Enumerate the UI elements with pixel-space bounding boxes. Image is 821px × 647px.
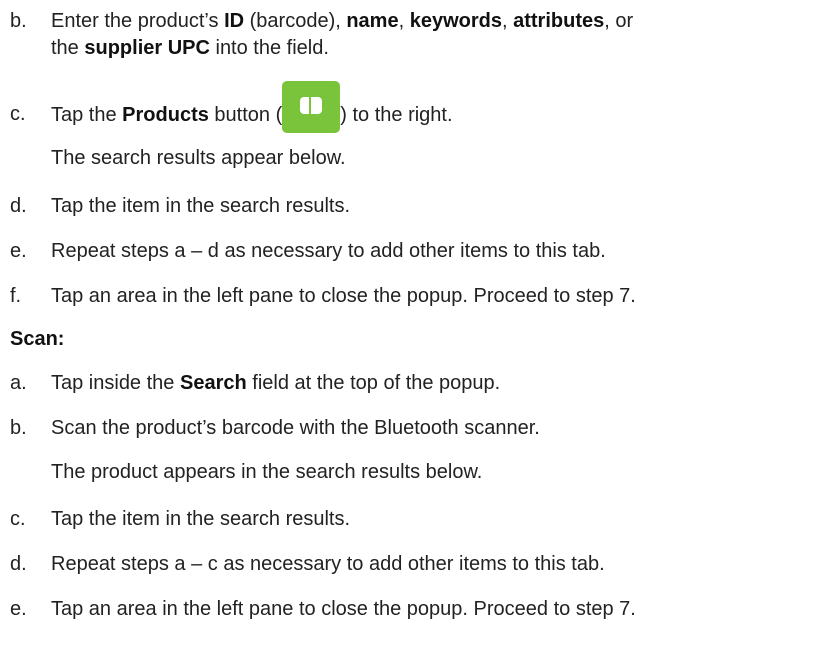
step-letter: e. xyxy=(10,598,27,620)
step-letter: c. xyxy=(10,103,26,125)
step-letter: a. xyxy=(10,372,27,394)
step-c-note: The search results appear below. xyxy=(51,147,346,169)
step-text: Enter the product’s ID (barcode), name, … xyxy=(51,10,634,32)
step-text: Tap an area in the left pane to close th… xyxy=(51,598,636,620)
step-letter: f. xyxy=(10,285,22,307)
step-b-continuation: the supplier UPC into the field. xyxy=(51,37,329,59)
products-term: Products xyxy=(122,104,209,126)
scan-heading: Scan: xyxy=(10,328,65,350)
step-letter: e. xyxy=(10,240,27,262)
step-letter: d. xyxy=(10,553,27,575)
name-term: name xyxy=(346,10,399,32)
scan-step-b-note: The product appears in the search result… xyxy=(51,461,483,483)
keywords-term: keywords xyxy=(409,10,502,32)
step-letter: b. xyxy=(10,417,27,439)
step-letter: b. xyxy=(10,10,27,32)
step-text: Tap inside the Search field at the top o… xyxy=(51,372,501,394)
instruction-document: b. Enter the product’s ID (barcode), nam… xyxy=(0,0,821,647)
search-term: Search xyxy=(179,372,247,394)
step-text: Tap the item in the search results. xyxy=(51,508,351,530)
step-text: Repeat steps a – c as necessary to add o… xyxy=(51,553,605,575)
supplier-upc-term: supplier UPC xyxy=(84,37,210,59)
step-text: Scan the product’s barcode with the Blue… xyxy=(51,417,540,439)
step-text: Tap an area in the left pane to close th… xyxy=(51,285,636,307)
step-text: Tap the item in the search results. xyxy=(51,195,351,217)
step-text: Repeat steps a – d as necessary to add o… xyxy=(51,240,606,262)
step-letter: c. xyxy=(10,508,26,530)
step-letter: d. xyxy=(10,195,27,217)
id-term: ID xyxy=(224,10,245,32)
step-text: Tap the Products button () to the right. xyxy=(51,81,453,133)
products-button-icon xyxy=(282,81,341,133)
attributes-term: attributes xyxy=(513,10,605,32)
